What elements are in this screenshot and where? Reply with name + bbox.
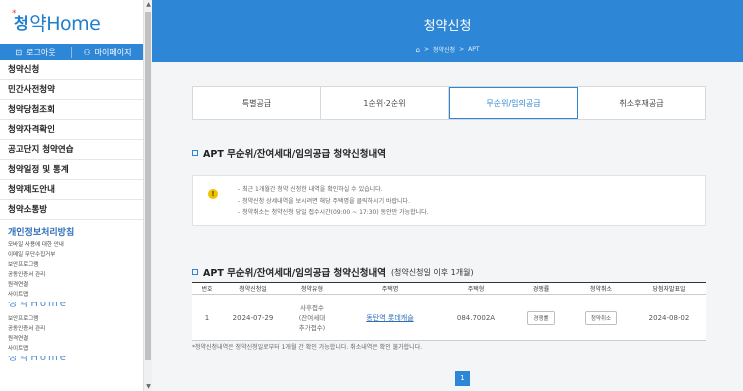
page-header: 청약신청 ⌂ > 청약신청 > APT xyxy=(152,0,743,62)
logo-text: 약Home xyxy=(29,12,101,35)
warning-icon: ! xyxy=(208,189,218,199)
logout-label: 로그아웃 xyxy=(26,47,56,57)
home-icon[interactable]: ⌂ xyxy=(416,46,420,54)
section-title-text: APT 무순위/잔여세대/임의공급 청약신청내역 xyxy=(203,149,386,160)
tab-rank-1-2[interactable]: 1순위·2순위 xyxy=(321,87,449,119)
footer-link[interactable]: 보안프로그램 xyxy=(8,314,143,324)
footer-link[interactable]: 원격연결 xyxy=(8,334,143,344)
footer-logo-clipped: 청약Home xyxy=(8,356,68,363)
notice-item: 청약신청 상세내역을 보시려면 해당 주택명을 클릭하시기 바랍니다. xyxy=(238,196,429,208)
footer-links: 모바일 사용에 대한 안내 이메일 무단수집거부 보안프로그램 공동인증서 관리… xyxy=(0,240,143,300)
column-header: 번호 xyxy=(192,282,222,295)
mypage-label: 마이페이지 xyxy=(94,47,132,57)
column-header: 청약취소 xyxy=(570,282,632,295)
footer-link[interactable]: 사이트맵 xyxy=(8,344,143,354)
breadcrumb-separator: > xyxy=(423,46,429,53)
cell-announce-date: 2024-08-02 xyxy=(632,294,706,341)
logo-text-k: 청 xyxy=(14,14,29,33)
main-content: 청약신청 ⌂ > 청약신청 > APT 특별공급 1순위·2순위 무순위/임의공… xyxy=(152,0,743,391)
sidebar-menu: 청약신청 민간사전청약 청약당첨조회 청약자격확인 공고단지 청약연습 청약일정… xyxy=(0,60,143,220)
result-table: 번호 청약신청일 청약유형 주택명 주택형 경쟁률 청약취소 당첨자발표일 1 … xyxy=(192,282,706,341)
footer-links-repeat: 보안프로그램 공동인증서 관리 원격연결 사이트맵 xyxy=(0,314,143,354)
column-header: 당첨자발표일 xyxy=(632,282,706,295)
cell-cancel: 청약취소 xyxy=(570,294,632,341)
cell-date: 2024-07-29 xyxy=(222,294,284,341)
footer-link[interactable]: 보안프로그램 xyxy=(8,260,143,270)
section-title: APT 무순위/잔여세대/임의공급 청약신청내역 (청약신청일 이후 1개월) xyxy=(192,265,474,279)
breadcrumb-separator: > xyxy=(459,46,465,53)
cell-rate: 경쟁률 xyxy=(512,294,570,341)
footer-logo-clipped: 청약Home xyxy=(8,302,68,309)
footer-link[interactable]: 이메일 무단수집거부 xyxy=(8,250,143,260)
pagination-current-page[interactable]: 1 xyxy=(455,371,470,386)
house-name-link[interactable]: 동탄역 롯데캐슬 xyxy=(366,314,413,322)
breadcrumb-item[interactable]: APT xyxy=(468,46,479,53)
sidebar-item-practice[interactable]: 공고단지 청약연습 xyxy=(0,140,143,160)
user-icon: ⚇ xyxy=(83,47,91,57)
auth-bar: ⊡ 로그아웃 ⚇ 마이페이지 xyxy=(0,44,143,60)
square-bullet-icon xyxy=(192,150,198,156)
sidebar-item-eligibility[interactable]: 청약자격확인 xyxy=(0,120,143,140)
sidebar-item-schedule[interactable]: 청약일정 및 통계 xyxy=(0,160,143,180)
section-title: APT 무순위/잔여세대/임의공급 청약신청내역 xyxy=(192,146,386,160)
cell-house: 동탄역 롯데캐슬 xyxy=(340,294,440,341)
competition-rate-button[interactable]: 경쟁률 xyxy=(527,310,555,325)
cell-no: 1 xyxy=(192,294,222,341)
table-row: 1 2024-07-29 사후접수 (잔여세대 추가접수) 동탄역 롯데캐슬 0… xyxy=(192,294,706,341)
sidebar-item-pre-subscription[interactable]: 민간사전청약 xyxy=(0,80,143,100)
section-title-note: (청약신청일 이후 1개월) xyxy=(390,267,474,277)
column-header: 경쟁률 xyxy=(512,282,570,295)
cell-type: 사후접수 (잔여세대 추가접수) xyxy=(284,294,340,341)
footer-link[interactable]: 공동인증서 관리 xyxy=(8,324,143,334)
footer-link[interactable]: 사이트맵 xyxy=(8,290,143,300)
section-title-text: APT 무순위/잔여세대/임의공급 청약신청내역 xyxy=(203,268,386,279)
column-header: 주택형 xyxy=(440,282,512,295)
scrollbar-thumb[interactable] xyxy=(145,12,151,360)
sidebar: * 청 약Home ⊡ 로그아웃 ⚇ 마이페이지 청약신청 민간사전청약 청약당… xyxy=(0,0,143,391)
tab-special-supply[interactable]: 특별공급 xyxy=(193,87,321,119)
logo[interactable]: * 청 약Home xyxy=(0,0,143,44)
sidebar-scrollbar[interactable]: ▲ ▼ xyxy=(143,0,152,391)
footer-link[interactable]: 원격연결 xyxy=(8,280,143,290)
mypage-button[interactable]: ⚇ 마이페이지 xyxy=(72,47,143,58)
logo-star-icon: * xyxy=(12,9,17,19)
table-header-row: 번호 청약신청일 청약유형 주택명 주택형 경쟁률 청약취소 당첨자발표일 xyxy=(192,282,706,295)
cell-size: 084.7002A xyxy=(440,294,512,341)
column-header: 청약유형 xyxy=(284,282,340,295)
footnote: *청약신청내역은 청약신청일로부터 1개월 간 확인 가능합니다. 취소내역은 … xyxy=(192,344,423,351)
column-header: 주택명 xyxy=(340,282,440,295)
sidebar-item-guide[interactable]: 청약제도안내 xyxy=(0,180,143,200)
square-bullet-icon xyxy=(192,269,198,275)
page-title: 청약신청 xyxy=(423,19,472,34)
footer-link[interactable]: 공동인증서 관리 xyxy=(8,270,143,280)
sidebar-item-apply[interactable]: 청약신청 xyxy=(0,60,143,80)
footer-link[interactable]: 모바일 사용에 대한 안내 xyxy=(8,240,143,250)
sidebar-item-community[interactable]: 청약소통방 xyxy=(0,200,143,220)
notice-box: ! 최근 1개월간 청약 신청한 내역을 확인하실 수 있습니다. 청약신청 상… xyxy=(192,175,706,226)
notice-list: 최근 1개월간 청약 신청한 내역을 확인하실 수 있습니다. 청약신청 상세내… xyxy=(238,184,429,219)
cell-type-line: 사후접수 xyxy=(300,303,324,312)
logout-button[interactable]: ⊡ 로그아웃 xyxy=(0,46,72,58)
tab-bar: 특별공급 1순위·2순위 무순위/임의공급 취소후재공급 xyxy=(192,86,706,120)
cancel-application-button[interactable]: 청약취소 xyxy=(584,310,618,325)
sidebar-item-winner-check[interactable]: 청약당첨조회 xyxy=(0,100,143,120)
tab-cancel-resupply[interactable]: 취소후재공급 xyxy=(578,87,705,119)
tab-no-rank[interactable]: 무순위/임의공급 xyxy=(449,87,578,119)
breadcrumb-item[interactable]: 청약신청 xyxy=(433,45,455,54)
column-header: 청약신청일 xyxy=(222,282,284,295)
notice-item: 청약취소는 청약신청 당일 접수시간(09:00 ~ 17:30) 동안만 가능… xyxy=(238,207,429,219)
privacy-policy-link[interactable]: 개인정보처리방침 xyxy=(0,225,143,238)
lock-icon: ⊡ xyxy=(15,47,23,57)
cell-type-line: (잔여세대 xyxy=(298,313,326,322)
cell-type-line: 추가접수) xyxy=(298,323,326,332)
breadcrumb: ⌂ > 청약신청 > APT xyxy=(152,45,743,55)
notice-item: 최근 1개월간 청약 신청한 내역을 확인하실 수 있습니다. xyxy=(238,184,429,196)
